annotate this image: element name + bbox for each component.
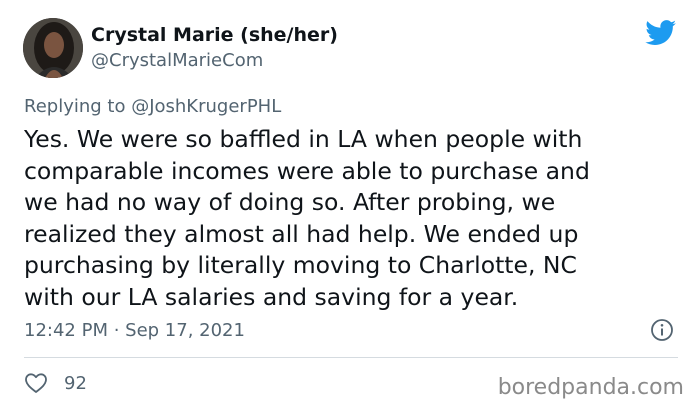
tweet-text: Yes. We were so baffled in LA when peopl… [24,125,590,311]
watermark: boredpanda.com [497,375,684,400]
reply-mention-link[interactable]: @JoshKrugerPHL [131,96,281,117]
heart-icon[interactable] [24,372,48,394]
like-count: 92 [64,373,87,394]
author-handle[interactable]: @CrystalMarieCom [91,50,263,72]
replying-to: Replying to @JoshKrugerPHL [24,96,281,118]
author-name[interactable]: Crystal Marie (she/her) [91,23,338,47]
divider [24,357,678,358]
tweet-timestamp[interactable]: 12:42 PM · Sep 17, 2021 [24,320,245,342]
replying-prefix: Replying to [24,96,132,117]
avatar[interactable] [23,18,83,78]
info-icon[interactable] [650,318,674,342]
twitter-bird-icon[interactable] [645,20,677,46]
